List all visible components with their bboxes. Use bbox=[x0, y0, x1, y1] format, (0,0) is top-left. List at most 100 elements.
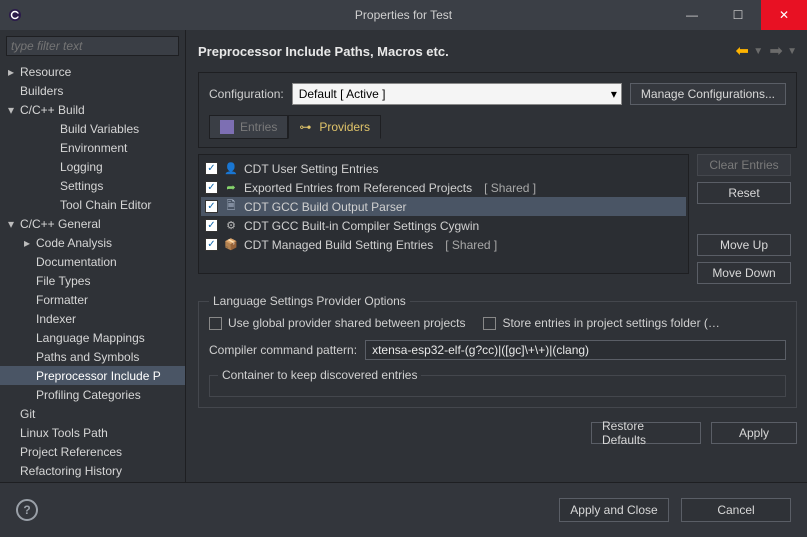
providers-icon bbox=[299, 120, 313, 134]
tab-entries-label: Entries bbox=[240, 120, 277, 134]
provider-row[interactable]: ✓👤CDT User Setting Entries bbox=[201, 159, 686, 178]
cancel-button[interactable]: Cancel bbox=[681, 498, 791, 522]
tree-label: Indexer bbox=[36, 312, 76, 326]
tree-label: Documentation bbox=[36, 255, 117, 269]
store-entries-checkbox[interactable]: Store entries in project settings folder… bbox=[483, 316, 719, 330]
reset-button[interactable]: Reset bbox=[697, 182, 791, 204]
tree-node[interactable]: C/C++ Build bbox=[0, 100, 185, 119]
provider-row[interactable]: ✓➦Exported Entries from Referenced Proje… bbox=[201, 178, 686, 197]
apply-button[interactable]: Apply bbox=[711, 422, 797, 444]
tree-node[interactable]: Preprocessor Include P bbox=[0, 366, 185, 385]
provider-label: CDT GCC Build Output Parser bbox=[244, 200, 407, 214]
tree-label: Logging bbox=[60, 160, 103, 174]
provider-side-buttons: Clear Entries Reset Move Up Move Down bbox=[697, 154, 797, 284]
tree-label: Builders bbox=[20, 84, 63, 98]
filter-box bbox=[6, 36, 179, 56]
checkbox[interactable]: ✓ bbox=[205, 181, 218, 194]
tree-node[interactable]: Language Mappings bbox=[0, 328, 185, 347]
tree-node[interactable]: Resource bbox=[0, 62, 185, 81]
gear-icon: ⚙ bbox=[224, 219, 238, 233]
tree-label: Formatter bbox=[36, 293, 88, 307]
tree-label: File Types bbox=[36, 274, 90, 288]
tree-label: Code Analysis bbox=[36, 236, 112, 250]
tree-label: C/C++ General bbox=[20, 217, 101, 231]
page-title: Preprocessor Include Paths, Macros etc. bbox=[198, 44, 449, 59]
tree-label: Profiling Categories bbox=[36, 388, 141, 402]
forward-menu-icon[interactable]: ▼ bbox=[787, 46, 797, 57]
bottom-bar: ? Apply and Close Cancel bbox=[0, 482, 807, 537]
tree-label: Project References bbox=[20, 445, 122, 459]
entries-icon bbox=[220, 120, 234, 134]
tree-node[interactable]: Indexer bbox=[0, 309, 185, 328]
tree-node[interactable]: Documentation bbox=[0, 252, 185, 271]
global-provider-checkbox[interactable]: Use global provider shared between proje… bbox=[209, 316, 465, 330]
tree-node[interactable]: C/C++ General bbox=[0, 214, 185, 233]
tree-node[interactable]: Project References bbox=[0, 442, 185, 461]
tree-node[interactable]: Environment bbox=[0, 138, 185, 157]
maximize-button[interactable]: ☐ bbox=[715, 0, 761, 30]
move-down-button[interactable]: Move Down bbox=[697, 262, 791, 284]
checkbox[interactable]: ✓ bbox=[205, 219, 218, 232]
filter-input[interactable] bbox=[6, 36, 179, 56]
tree-node[interactable]: Git bbox=[0, 404, 185, 423]
tree-node[interactable]: Code Analysis bbox=[0, 233, 185, 252]
move-up-button[interactable]: Move Up bbox=[697, 234, 791, 256]
tree-label: Resource bbox=[20, 65, 71, 79]
back-menu-icon[interactable]: ▼ bbox=[753, 46, 763, 57]
back-arrow-icon[interactable]: ⬅ bbox=[733, 42, 751, 60]
tree-node[interactable]: Logging bbox=[0, 157, 185, 176]
tree-node[interactable]: Build Variables bbox=[0, 119, 185, 138]
tree-label: Settings bbox=[60, 179, 103, 193]
restore-defaults-button[interactable]: Restore Defaults bbox=[591, 422, 701, 444]
provider-label: CDT GCC Built-in Compiler Settings Cygwi… bbox=[244, 219, 479, 233]
tree-node[interactable]: Builders bbox=[0, 81, 185, 100]
tree-node[interactable]: Formatter bbox=[0, 290, 185, 309]
main-buttons: Restore Defaults Apply bbox=[198, 422, 797, 444]
checkbox[interactable]: ✓ bbox=[205, 200, 218, 213]
tree-label: Language Mappings bbox=[36, 331, 145, 345]
chevron-down-icon: ▾ bbox=[611, 87, 617, 101]
tree-node[interactable]: Tool Chain Editor bbox=[0, 195, 185, 214]
twist-icon bbox=[8, 217, 20, 231]
provider-options: Language Settings Provider Options Use g… bbox=[198, 294, 797, 408]
tree-node[interactable]: Settings bbox=[0, 176, 185, 195]
shared-tag: [ Shared ] bbox=[484, 181, 536, 195]
page-header: Preprocessor Include Paths, Macros etc. … bbox=[198, 38, 797, 64]
tree-node[interactable]: File Types bbox=[0, 271, 185, 290]
checkbox[interactable]: ✓ bbox=[205, 162, 218, 175]
config-value: Default [ Active ] bbox=[299, 87, 386, 101]
user-icon: 👤 bbox=[224, 162, 238, 176]
container-fieldset: Container to keep discovered entries bbox=[209, 368, 786, 397]
twist-icon bbox=[8, 65, 20, 79]
manage-config-button[interactable]: Manage Configurations... bbox=[630, 83, 786, 105]
tree-label: Git bbox=[20, 407, 35, 421]
providers-area: ✓👤CDT User Setting Entries✓➦Exported Ent… bbox=[198, 154, 797, 284]
provider-row[interactable]: ✓🗎CDT GCC Build Output Parser bbox=[201, 197, 686, 216]
provider-label: Exported Entries from Referenced Project… bbox=[244, 181, 472, 195]
checkbox[interactable]: ✓ bbox=[205, 238, 218, 251]
providers-list[interactable]: ✓👤CDT User Setting Entries✓➦Exported Ent… bbox=[198, 154, 689, 274]
clear-entries-button[interactable]: Clear Entries bbox=[697, 154, 791, 176]
minimize-button[interactable]: — bbox=[669, 0, 715, 30]
tree-node[interactable]: Run/Debug Settings bbox=[0, 480, 185, 482]
pattern-input[interactable] bbox=[365, 340, 786, 360]
tree-label: Refactoring History bbox=[20, 464, 122, 478]
tree-node[interactable]: Paths and Symbols bbox=[0, 347, 185, 366]
provider-label: CDT Managed Build Setting Entries bbox=[244, 238, 433, 252]
tab-providers[interactable]: Providers bbox=[288, 115, 381, 139]
help-icon[interactable]: ? bbox=[16, 499, 38, 521]
config-select[interactable]: Default [ Active ] ▾ bbox=[292, 83, 622, 105]
tree-node[interactable]: Refactoring History bbox=[0, 461, 185, 480]
provider-row[interactable]: ✓ ⚙ CDT GCC Built-in Compiler Settings Cyg… bbox=[201, 216, 686, 235]
tabs: Entries Providers bbox=[209, 115, 786, 139]
tab-entries[interactable]: Entries bbox=[209, 115, 288, 139]
apply-close-button[interactable]: Apply and Close bbox=[559, 498, 669, 522]
pkg-icon: 📦 bbox=[224, 238, 238, 252]
tree-node[interactable]: Profiling Categories bbox=[0, 385, 185, 404]
sidebar: Resource Builders C/C++ BuildBuild Variabl… bbox=[0, 30, 186, 482]
tree-label: Linux Tools Path bbox=[20, 426, 108, 440]
tree-node[interactable]: Linux Tools Path bbox=[0, 423, 185, 442]
nav-tree[interactable]: Resource Builders C/C++ BuildBuild Variabl… bbox=[0, 60, 185, 482]
provider-row[interactable]: ✓📦CDT Managed Build Setting Entries[ Sha… bbox=[201, 235, 686, 254]
close-button[interactable]: ✕ bbox=[761, 0, 807, 30]
